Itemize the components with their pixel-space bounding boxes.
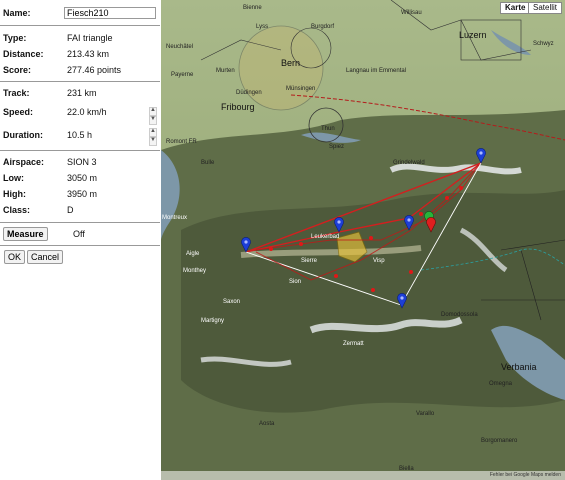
speed-value: 22.0 km/h bbox=[67, 107, 107, 117]
town-label: Omegna bbox=[489, 381, 513, 387]
score-label: Score: bbox=[3, 65, 32, 75]
duration-up-button[interactable]: ▲ bbox=[149, 128, 157, 137]
waypoint-dot bbox=[334, 274, 338, 278]
town-label: Payerne bbox=[171, 72, 194, 78]
measure-value: Off bbox=[73, 229, 85, 239]
town-label: Verbania bbox=[501, 362, 537, 372]
town-label: Sion bbox=[289, 279, 301, 285]
town-label: Borgomanero bbox=[481, 438, 518, 444]
town-label: Sierre bbox=[301, 258, 318, 264]
town-label: Willisau bbox=[401, 10, 422, 16]
divider bbox=[0, 150, 160, 151]
town-label: Grindelwald bbox=[393, 160, 425, 166]
waypoint-dot bbox=[269, 247, 273, 251]
airspace-label: Airspace: bbox=[3, 157, 45, 167]
divider bbox=[0, 222, 160, 223]
town-label: Burgdorf bbox=[311, 24, 334, 30]
high-label: High: bbox=[3, 189, 26, 199]
town-label: Fribourg bbox=[221, 102, 255, 112]
waypoint-dot bbox=[445, 196, 449, 200]
type-value: FAI triangle bbox=[67, 33, 113, 43]
high-value: 3950 m bbox=[67, 189, 98, 199]
speed-row: Speed: 22.0 km/h bbox=[3, 105, 159, 119]
distance-label: Distance: bbox=[3, 49, 44, 59]
measure-row: Off bbox=[3, 227, 159, 241]
track-label: Track: bbox=[3, 88, 30, 98]
ok-button[interactable]: OK bbox=[4, 250, 26, 264]
divider bbox=[0, 245, 160, 246]
duration-label: Duration: bbox=[3, 130, 43, 140]
speed-label: Speed: bbox=[3, 107, 34, 117]
map-footer[interactable]: Fehler bei Google Maps melden bbox=[161, 471, 565, 480]
town-label: Langnau im Emmental bbox=[346, 68, 406, 74]
map-type-button[interactable]: Karte bbox=[500, 2, 531, 14]
flight-info-panel: Name: Type: FAI triangle Distance: 213.4… bbox=[0, 0, 162, 480]
distance-value: 213.43 km bbox=[67, 49, 110, 59]
speed-down-button[interactable]: ▼ bbox=[149, 116, 157, 125]
satellite-type-button[interactable]: Satellit bbox=[528, 2, 563, 14]
score-row: Score: 277.46 points bbox=[3, 63, 159, 77]
town-label: Spiez bbox=[329, 144, 344, 150]
town-label: Domodossola bbox=[441, 312, 478, 318]
town-label: Düdingen bbox=[236, 90, 262, 96]
class-value: D bbox=[67, 205, 74, 215]
town-label: Romont FR bbox=[166, 139, 197, 145]
cancel-button[interactable]: Cancel bbox=[27, 250, 64, 264]
type-row: Type: FAI triangle bbox=[3, 31, 159, 45]
town-label: Saxon bbox=[223, 299, 240, 305]
town-label: Neuchâtel bbox=[166, 44, 193, 50]
waypoint-dot bbox=[371, 288, 375, 292]
duration-down-button[interactable]: ▼ bbox=[149, 137, 157, 146]
town-label: Thun bbox=[321, 126, 335, 132]
speed-up-button[interactable]: ▲ bbox=[149, 107, 157, 116]
town-label: Murten bbox=[216, 68, 235, 74]
waypoint-dot bbox=[419, 212, 423, 216]
town-label: Münsingen bbox=[286, 86, 315, 92]
town-label: Lyss bbox=[256, 24, 268, 30]
airspace-value: SION 3 bbox=[67, 157, 97, 167]
town-label: Schwyz bbox=[533, 41, 554, 47]
low-value: 3050 m bbox=[67, 173, 98, 183]
town-label: Montreux bbox=[162, 215, 187, 221]
class-label: Class: bbox=[3, 205, 31, 215]
map-canvas[interactable]: Bienne Lyss Burgdorf Willisau Luzern Neu… bbox=[161, 0, 565, 480]
divider bbox=[0, 81, 160, 82]
distance-row: Distance: 213.43 km bbox=[3, 47, 159, 61]
town-label: Bienne bbox=[243, 5, 262, 11]
town-label: Aosta bbox=[259, 421, 275, 427]
town-label: Leukerbad bbox=[311, 234, 339, 240]
divider bbox=[0, 25, 160, 26]
waypoint-dot bbox=[409, 270, 413, 274]
class-row: Class: D bbox=[3, 203, 159, 217]
track-value: 231 km bbox=[67, 88, 97, 98]
score-value: 277.46 points bbox=[67, 65, 122, 75]
duration-row: Duration: 10.5 h bbox=[3, 128, 159, 142]
waypoint-dot bbox=[369, 236, 373, 240]
town-label: Monthey bbox=[183, 268, 206, 274]
town-label: Martigny bbox=[201, 318, 224, 324]
town-label: Varallo bbox=[416, 411, 435, 417]
waypoint-dot bbox=[299, 242, 303, 246]
airspace-row: Airspace: SION 3 bbox=[3, 155, 159, 169]
track-row: Track: 231 km bbox=[3, 86, 159, 100]
town-label: Bern bbox=[281, 58, 300, 68]
type-label: Type: bbox=[3, 33, 27, 43]
duration-value: 10.5 h bbox=[67, 130, 93, 140]
town-label: Visp bbox=[373, 258, 385, 264]
town-label: Zermatt bbox=[343, 341, 364, 347]
name-label: Name: bbox=[3, 8, 31, 18]
name-input[interactable] bbox=[64, 7, 156, 19]
town-label: Aigle bbox=[186, 251, 200, 257]
terrain-map[interactable]: Bienne Lyss Burgdorf Willisau Luzern Neu… bbox=[161, 0, 565, 480]
town-label: Luzern bbox=[459, 30, 487, 40]
low-label: Low: bbox=[3, 173, 24, 183]
high-row: High: 3950 m bbox=[3, 187, 159, 201]
waypoint-dot bbox=[459, 186, 463, 190]
low-row: Low: 3050 m bbox=[3, 171, 159, 185]
town-label: Bulle bbox=[201, 160, 215, 166]
